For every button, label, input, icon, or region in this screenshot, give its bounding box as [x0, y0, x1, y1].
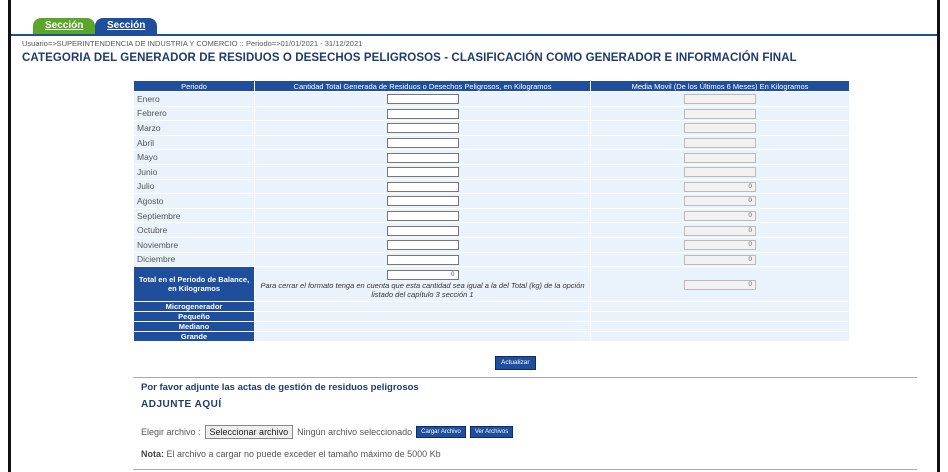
month-label: Diciembre	[133, 251, 255, 268]
view-files-button[interactable]: Ver Archivos	[469, 426, 514, 438]
quantity-input[interactable]	[386, 137, 459, 148]
quantity-input[interactable]	[386, 108, 459, 119]
moving-average-field	[684, 167, 756, 178]
category-row: Grande	[133, 331, 850, 343]
total-row: Total en el Periodo de Balance, en Kilog…	[133, 266, 850, 303]
total-quantity-input[interactable]: 0	[386, 270, 459, 280]
month-label: Mayo	[133, 149, 255, 165]
main-frame: Sección 1 Sección 2 Usuario=>SUPERINTEND…	[8, 0, 940, 472]
divider	[133, 377, 917, 378]
category-row: Pequeño	[133, 311, 850, 323]
upload-note: Nota: El archivo a cargar no puede exced…	[141, 449, 441, 459]
moving-average-field: 0	[684, 196, 756, 207]
moving-average-field	[684, 123, 756, 134]
file-label: Elegir archivo :	[141, 427, 201, 437]
category-label: Microgenerador	[133, 301, 255, 313]
table-row: Septiembre 0	[133, 207, 850, 224]
header-moving-average: Media Movil (De los Últimos 6 Meses) En …	[590, 80, 850, 92]
quantity-input[interactable]	[386, 167, 459, 178]
quantity-input[interactable]	[386, 254, 459, 265]
month-label: Marzo	[133, 120, 255, 136]
quantity-input[interactable]	[386, 181, 459, 192]
table-header-row: Periodo Cantidad Total Generada de Resid…	[133, 80, 850, 92]
quantity-input[interactable]	[386, 240, 459, 251]
category-row: Mediano	[133, 321, 850, 333]
total-average-field: 0	[684, 279, 756, 290]
category-row: Microgenerador	[133, 301, 850, 313]
table-row: Agosto 0	[133, 193, 850, 209]
table-row: Enero	[133, 91, 850, 107]
note-label: Nota:	[141, 449, 164, 459]
moving-average-field	[684, 94, 756, 105]
month-label: Enero	[133, 91, 255, 107]
month-label: Agosto	[133, 193, 255, 209]
table-row: Junio	[133, 163, 850, 180]
page-title: CATEGORIA DEL GENERADOR DE RESIDUOS O DE…	[22, 52, 797, 64]
category-label: Grande	[133, 331, 255, 343]
category-label: Pequeño	[133, 311, 255, 323]
table-row: Diciembre 0	[133, 251, 850, 268]
attach-heading: ADJUNTE AQUÍ	[141, 399, 222, 410]
header-period: Periodo	[133, 80, 255, 92]
moving-average-field	[684, 108, 756, 119]
quantity-input[interactable]	[386, 210, 459, 221]
month-label: Abril	[133, 134, 255, 151]
tab-section-1[interactable]: Sección 1	[33, 18, 96, 47]
moving-average-field: 0	[684, 181, 756, 192]
month-label: Octubre	[133, 222, 255, 238]
tab-divider	[11, 34, 937, 36]
quantity-input[interactable]	[386, 225, 459, 236]
header-quantity: Cantidad Total Generada de Residuos o De…	[254, 80, 591, 92]
note-text: El archivo a cargar no puede exceder el …	[166, 449, 441, 459]
moving-average-field: 0	[684, 225, 756, 236]
update-button[interactable]: Actualizar	[495, 356, 536, 370]
moving-average-field	[684, 137, 756, 148]
file-upload-row: Elegir archivo : Seleccionar archivo Nin…	[141, 425, 514, 439]
file-status: Ningún archivo seleccionado	[297, 427, 413, 437]
attach-prompt: Por favor adjunte las actas de gestión d…	[141, 382, 419, 393]
moving-average-field: 0	[684, 240, 756, 251]
moving-average-field	[684, 152, 756, 163]
category-label: Mediano	[133, 321, 255, 333]
quantity-input[interactable]	[386, 196, 459, 207]
divider-bottom	[133, 469, 917, 470]
table-row: Mayo	[133, 149, 850, 165]
month-label: Junio	[133, 163, 255, 180]
moving-average-field: 0	[684, 210, 756, 221]
total-label: Total en el Periodo de Balance, en Kilog…	[133, 266, 255, 303]
moving-average-field: 0	[684, 254, 756, 265]
table-row: Julio 0	[133, 178, 850, 195]
select-file-button[interactable]: Seleccionar archivo	[204, 425, 294, 439]
quantity-input[interactable]	[386, 152, 459, 163]
table-row: Octubre 0	[133, 222, 850, 238]
month-label: Febrero	[133, 105, 255, 122]
table-row: Febrero	[133, 105, 850, 122]
quantity-input[interactable]	[386, 123, 459, 134]
month-label: Julio	[133, 178, 255, 195]
user-period-line: Usuario=>SUPERINTENDENCIA DE INDUSTRIA Y…	[22, 39, 363, 48]
total-note: Para cerrar el formato tenga en cuenta q…	[260, 281, 585, 299]
month-label: Septiembre	[133, 207, 255, 224]
generation-table: Periodo Cantidad Total Generada de Resid…	[133, 80, 850, 343]
tab-section-2[interactable]: Sección 2	[95, 18, 158, 47]
quantity-input[interactable]	[386, 94, 459, 105]
table-row: Noviembre 0	[133, 236, 850, 253]
upload-file-button[interactable]: Cargar Archivo	[416, 426, 466, 438]
month-label: Noviembre	[133, 236, 255, 253]
table-row: Abril	[133, 134, 850, 151]
table-row: Marzo	[133, 120, 850, 136]
